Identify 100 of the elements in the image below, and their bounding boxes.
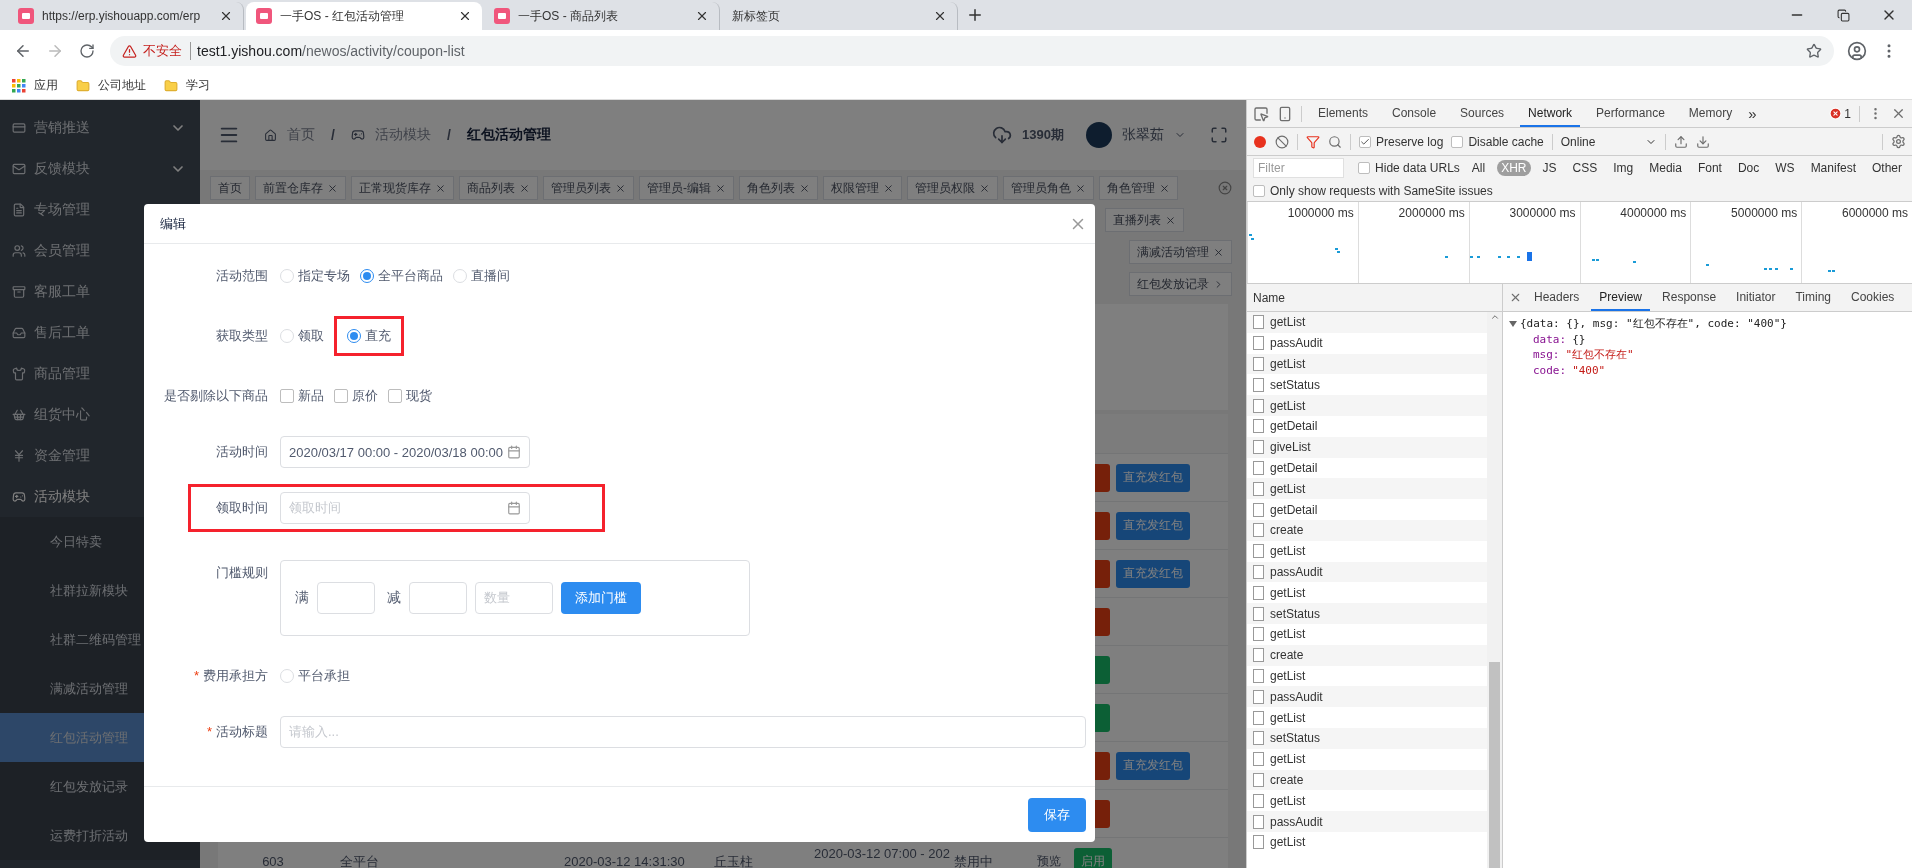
address-bar[interactable]: 不安全 test1.yishou.com/newos/activity/coupon-list	[110, 36, 1834, 66]
clear-icon[interactable]	[1275, 134, 1289, 149]
search-icon[interactable]	[1328, 134, 1342, 149]
browser-tab[interactable]: 一手OS - 红包活动管理	[246, 2, 482, 30]
device-icon[interactable]	[1277, 105, 1293, 122]
bookmark[interactable]: 学习	[164, 77, 210, 94]
user-avatar[interactable]	[1086, 122, 1112, 148]
page-tag[interactable]: 管理员列表	[543, 176, 634, 200]
account-icon[interactable]	[1847, 41, 1867, 61]
checkbox-label[interactable]: Disable cache	[1468, 134, 1544, 149]
more-tabs-button[interactable]: »	[1748, 105, 1757, 122]
throttle-select[interactable]: Online	[1560, 134, 1657, 149]
details-tab[interactable]: Response	[1654, 284, 1725, 311]
checkbox-label[interactable]: 现货	[406, 387, 432, 405]
type-filter[interactable]: Font	[1693, 160, 1726, 176]
back-icon[interactable]	[14, 42, 32, 60]
type-filter[interactable]: WS	[1771, 160, 1799, 176]
checkbox[interactable]	[280, 389, 294, 403]
devtools-tab[interactable]: Sources	[1452, 100, 1513, 127]
close-icon[interactable]	[933, 9, 947, 23]
bookmark-star-icon[interactable]	[1806, 43, 1822, 59]
checkbox-label[interactable]: 新品	[298, 387, 324, 405]
amount-field[interactable]	[409, 582, 467, 614]
page-tag[interactable]: 红包发放记录	[1129, 272, 1232, 296]
checkbox[interactable]	[1451, 135, 1464, 148]
devtools-tab[interactable]: Performance	[1588, 100, 1673, 127]
radio-label[interactable]: 直播间	[471, 267, 510, 285]
forward-icon[interactable]	[46, 42, 64, 60]
request-row[interactable]: giveList	[1247, 436, 1487, 458]
details-tab[interactable]: Timing	[1787, 284, 1839, 311]
new-tab-icon[interactable]	[966, 6, 984, 24]
checkbox[interactable]	[388, 389, 402, 403]
request-row[interactable]: getList	[1247, 312, 1487, 333]
request-row[interactable]: setStatus	[1247, 603, 1487, 624]
page-tag[interactable]: 管理员权限	[907, 176, 998, 200]
type-filter[interactable]: All	[1467, 160, 1490, 176]
request-row[interactable]: getList	[1247, 395, 1487, 416]
sidebar-item[interactable]: 活动模块	[0, 476, 200, 517]
close-icon[interactable]	[458, 9, 472, 23]
record-icon[interactable]	[1253, 134, 1267, 149]
bookmark[interactable]: 应用	[12, 77, 58, 94]
type-filter[interactable]: Manifest	[1806, 160, 1860, 176]
radio-button[interactable]	[360, 269, 374, 283]
checkbox[interactable]	[1358, 162, 1371, 174]
error-icon[interactable]	[1829, 107, 1843, 120]
page-tag[interactable]: 管理员-编辑	[639, 176, 734, 200]
page-tag[interactable]: 管理员角色	[1003, 176, 1094, 200]
page-tag[interactable]: 首页	[210, 176, 250, 200]
preview-link[interactable]: 预览	[1030, 847, 1068, 868]
request-row[interactable]: setStatus	[1247, 727, 1487, 749]
reload-icon[interactable]	[79, 43, 95, 59]
type-filter[interactable]: Doc	[1733, 160, 1764, 176]
type-filter[interactable]: Media	[1645, 160, 1686, 176]
filter-icon[interactable]	[1306, 134, 1320, 149]
amount-field[interactable]	[317, 582, 375, 614]
inspect-icon[interactable]	[1253, 105, 1269, 122]
checkbox[interactable]	[1359, 135, 1371, 148]
checkbox[interactable]	[334, 389, 348, 403]
details-tab[interactable]: Preview	[1591, 284, 1651, 311]
request-row[interactable]: passAudit	[1247, 811, 1487, 832]
request-row[interactable]: getList	[1247, 478, 1487, 500]
download-icon[interactable]	[1695, 134, 1710, 149]
type-filter[interactable]: Img	[1609, 160, 1638, 176]
page-tag[interactable]: 正常现货库存	[351, 176, 454, 200]
checkbox-label[interactable]: 原价	[352, 387, 378, 405]
scroll-up-icon[interactable]	[1489, 312, 1500, 322]
scrollbar[interactable]	[1487, 312, 1502, 868]
request-row[interactable]: create	[1247, 769, 1487, 791]
checkbox[interactable]	[1253, 184, 1265, 197]
close-all-icon[interactable]	[1218, 181, 1232, 195]
request-row[interactable]: passAudit	[1247, 561, 1487, 583]
settings-icon[interactable]	[1891, 134, 1906, 149]
devtools-tab[interactable]: Memory	[1680, 100, 1741, 127]
page-tag[interactable]: 商品列表	[459, 176, 538, 200]
bookmark[interactable]: 公司地址	[76, 77, 146, 94]
request-row[interactable]: create	[1247, 519, 1487, 541]
radio-label[interactable]: 直充	[365, 327, 391, 345]
radio-button[interactable]	[347, 329, 361, 343]
request-row[interactable]: passAudit	[1247, 686, 1487, 708]
checkbox-label[interactable]: Preserve log	[1376, 134, 1444, 149]
page-tag[interactable]: 直播列表	[1105, 208, 1184, 232]
devtools-tab[interactable]: Console	[1384, 100, 1445, 127]
page-tag[interactable]: 角色管理	[1099, 176, 1178, 200]
cloud-download-icon[interactable]	[992, 125, 1013, 145]
devtools-tab[interactable]: Elements	[1310, 100, 1377, 127]
details-tab[interactable]: Headers	[1526, 284, 1588, 311]
close-icon[interactable]	[219, 9, 233, 23]
upload-icon[interactable]	[1673, 134, 1688, 149]
error-count[interactable]: 1	[1844, 106, 1851, 121]
radio-label[interactable]: 指定专场	[298, 267, 350, 285]
request-row[interactable]: create	[1247, 644, 1487, 666]
column-header[interactable]: Name	[1247, 284, 1502, 312]
date-field[interactable]: 2020/03/17 00:00 - 2020/03/18 00:00	[280, 436, 530, 468]
type-filter[interactable]: CSS	[1568, 160, 1602, 176]
page-tag[interactable]: 前置仓库存	[255, 176, 346, 200]
details-tab[interactable]: Cookies	[1843, 284, 1903, 311]
expand-triangle-icon[interactable]	[1509, 319, 1517, 328]
user-name[interactable]: 张翠茹	[1122, 126, 1164, 144]
radio-label[interactable]: 领取	[298, 327, 324, 345]
page-tag[interactable]: 满减活动管理	[1129, 240, 1232, 264]
